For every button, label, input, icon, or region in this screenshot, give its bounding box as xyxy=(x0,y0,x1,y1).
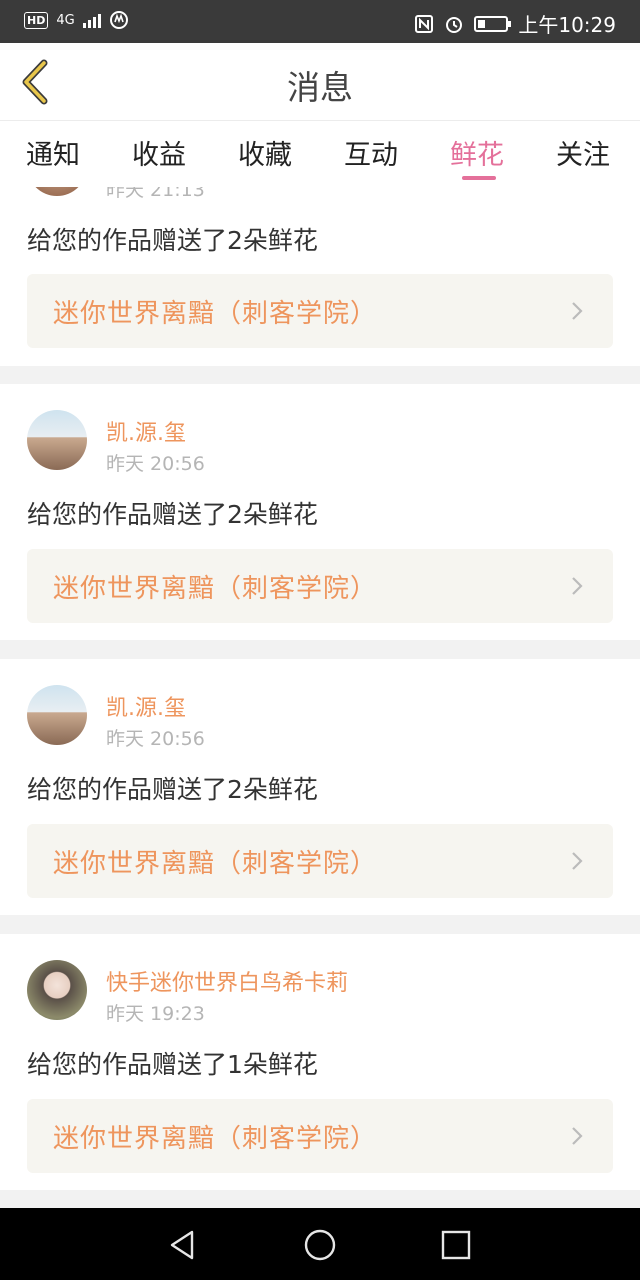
tab-notifications[interactable]: 通知 xyxy=(26,133,80,172)
nav-recents-button[interactable] xyxy=(439,1228,473,1262)
gift-message: 给您的作品赠送了2朵鲜花 xyxy=(27,500,318,529)
tab-bar: 通知 收益 收藏 互动 鲜花 关注 xyxy=(0,121,640,187)
gift-message: 给您的作品赠送了1朵鲜花 xyxy=(27,1050,318,1079)
user-name[interactable]: 快手迷你世界白鸟希卡莉 xyxy=(106,965,348,997)
list-item: 快手迷你世界白鸟希卡莉 昨天 19:23 给您的作品赠送了1朵鲜花 迷你世界离黯… xyxy=(0,934,640,1190)
work-link[interactable]: 迷你世界离黯（刺客学院） xyxy=(27,549,613,623)
nav-home-button[interactable] xyxy=(303,1228,337,1262)
battery-icon xyxy=(474,15,512,32)
battery-level xyxy=(478,19,486,28)
work-title: 迷你世界离黯（刺客学院） xyxy=(53,1124,378,1154)
user-name[interactable]: 凯.源.玺 xyxy=(106,415,186,447)
hotspot-icon xyxy=(109,11,128,29)
tab-following[interactable]: 关注 xyxy=(556,133,610,172)
nfc-icon xyxy=(415,14,434,33)
alarm-icon xyxy=(446,16,463,33)
gift-message: 给您的作品赠送了2朵鲜花 xyxy=(27,775,318,804)
chevron-right-icon xyxy=(572,577,583,595)
work-link[interactable]: 迷你世界离黯（刺客学院） xyxy=(27,824,613,898)
active-tab-indicator xyxy=(462,176,496,180)
chevron-right-icon xyxy=(572,1127,583,1145)
clock-time: 上午10:29 xyxy=(518,13,616,37)
chevron-right-icon xyxy=(572,302,583,320)
timestamp: 昨天 20:56 xyxy=(106,453,205,475)
avatar[interactable] xyxy=(27,685,87,745)
avatar[interactable] xyxy=(27,410,87,470)
work-link[interactable]: 迷你世界离黯（刺客学院） xyxy=(27,274,613,348)
status-left: HD 4G xyxy=(24,10,129,30)
list-item: 昨天 21:13 给您的作品赠送了2朵鲜花 迷你世界离黯（刺客学院） xyxy=(0,187,640,366)
system-nav-bar xyxy=(0,1208,640,1280)
nav-back-button[interactable] xyxy=(166,1228,200,1262)
status-right: 上午10:29 xyxy=(414,9,616,38)
work-title: 迷你世界离黯（刺客学院） xyxy=(53,299,378,329)
list-item: 凯.源.玺 昨天 20:56 给您的作品赠送了2朵鲜花 迷你世界离黯（刺客学院） xyxy=(0,659,640,915)
chevron-right-icon xyxy=(572,852,583,870)
timestamp: 昨天 20:56 xyxy=(106,728,205,750)
hd-icon: HD xyxy=(24,11,49,29)
page-title: 消息 xyxy=(287,68,353,107)
work-title: 迷你世界离黯（刺客学院） xyxy=(53,849,378,879)
avatar[interactable] xyxy=(27,187,87,196)
status-bar: HD 4G 上午10:29 xyxy=(0,0,640,43)
list-item: 凯.源.玺 昨天 20:56 给您的作品赠送了2朵鲜花 迷你世界离黯（刺客学院） xyxy=(0,384,640,640)
flower-feed[interactable]: 昨天 21:13 给您的作品赠送了2朵鲜花 迷你世界离黯（刺客学院） 凯.源.玺… xyxy=(0,187,640,1208)
tab-flowers[interactable]: 鲜花 xyxy=(450,133,504,172)
gift-message: 给您的作品赠送了2朵鲜花 xyxy=(27,226,318,255)
tab-favorites[interactable]: 收藏 xyxy=(238,133,292,172)
avatar[interactable] xyxy=(27,960,87,1020)
timestamp: 昨天 19:23 xyxy=(106,1003,205,1025)
title-bar: 消息 xyxy=(0,43,640,121)
work-title: 迷你世界离黯（刺客学院） xyxy=(53,574,378,604)
user-name[interactable]: 凯.源.玺 xyxy=(106,690,186,722)
tab-interaction[interactable]: 互动 xyxy=(344,133,398,172)
tab-earnings[interactable]: 收益 xyxy=(132,133,186,172)
network-label: 4G xyxy=(56,12,75,28)
timestamp: 昨天 21:13 xyxy=(106,187,205,201)
signal-icon xyxy=(82,12,101,28)
work-link[interactable]: 迷你世界离黯（刺客学院） xyxy=(27,1099,613,1173)
